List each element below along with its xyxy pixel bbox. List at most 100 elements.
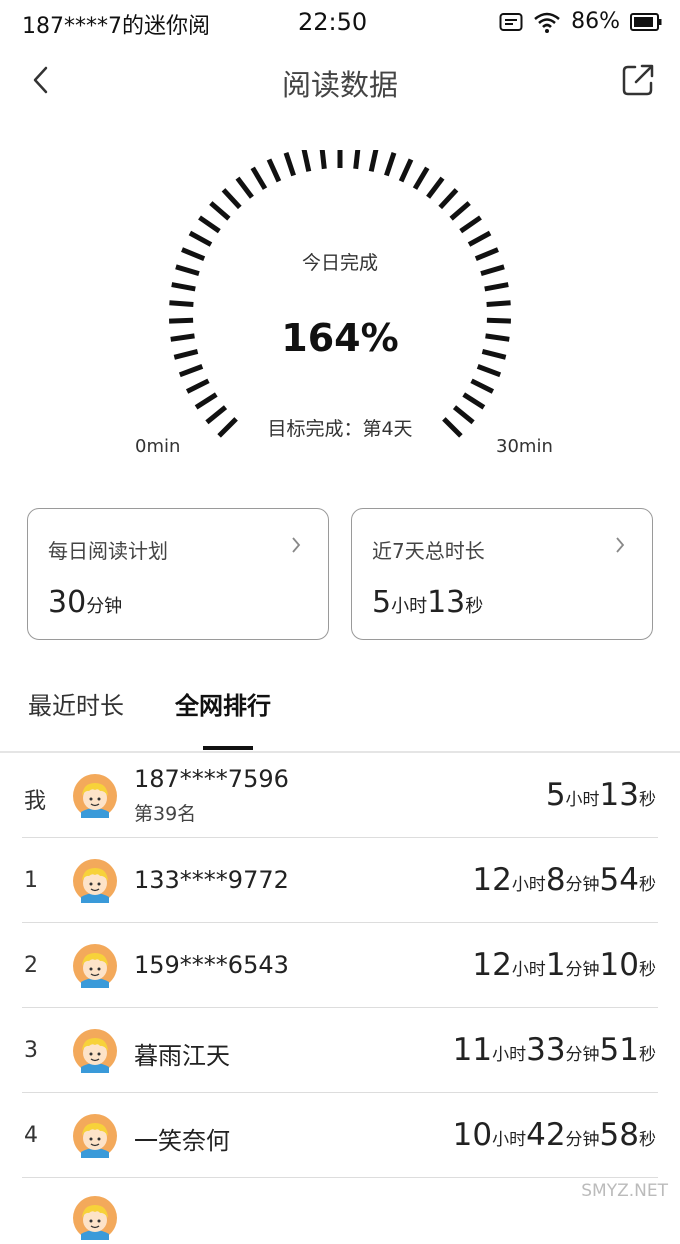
duration-unit: 小时 bbox=[492, 1045, 527, 1065]
watermark: SMYZ.NET bbox=[581, 1181, 668, 1201]
status-bar: 187****7的迷你阅 22:50 86% bbox=[0, 0, 680, 46]
nav-bar: 阅读数据 bbox=[0, 52, 680, 108]
duration-number: 10 bbox=[452, 1117, 493, 1153]
ranking-row[interactable]: 4 一笑奈何 10小时42分钟58秒 bbox=[0, 1093, 680, 1178]
duration-unit: 秒 bbox=[639, 960, 656, 980]
battery-percent: 86% bbox=[571, 9, 620, 34]
page-title: 阅读数据 bbox=[281, 68, 398, 102]
rank-number: 2 bbox=[24, 953, 38, 978]
chevron-right-icon bbox=[616, 537, 625, 553]
seconds-unit: 秒 bbox=[465, 596, 484, 617]
avatar bbox=[73, 1114, 117, 1158]
gauge-tick bbox=[449, 201, 471, 221]
gauge-target: 目标完成：第4天 bbox=[267, 418, 413, 440]
rank-number: 4 bbox=[24, 1123, 38, 1148]
duration-unit: 秒 bbox=[639, 790, 656, 810]
my-ranking-row[interactable]: 我 187****7596 第39名 5小时13秒 bbox=[0, 753, 680, 838]
my-rank-position: 第39名 bbox=[134, 803, 197, 825]
status-icons: 86% bbox=[499, 9, 662, 34]
duration-unit: 秒 bbox=[639, 1130, 656, 1150]
share-icon[interactable] bbox=[620, 62, 656, 98]
duration-number: 42 bbox=[526, 1117, 566, 1153]
card-value: 30分钟 bbox=[48, 585, 122, 620]
duration-number: 33 bbox=[526, 1032, 566, 1068]
wifi-icon bbox=[534, 12, 560, 33]
gauge-tick bbox=[476, 364, 502, 378]
gauge-tick bbox=[301, 150, 312, 172]
reading-duration: 11小时33分钟51秒 bbox=[453, 1032, 656, 1068]
duration-number: 58 bbox=[599, 1117, 639, 1153]
avatar bbox=[73, 1196, 117, 1240]
duration-number: 1 bbox=[545, 947, 566, 983]
card-value: 5小时13秒 bbox=[372, 585, 483, 620]
duration-unit: 小时 bbox=[511, 960, 546, 980]
tab-recent[interactable]: 最近时长 bbox=[28, 686, 124, 721]
ranking-row[interactable]: 1 133****9772 12小时8分钟54秒 bbox=[0, 838, 680, 923]
gauge-max-label: 30min bbox=[496, 436, 553, 457]
gauge-tick bbox=[283, 152, 296, 177]
week-hours: 5 bbox=[372, 585, 392, 620]
rank-number: 1 bbox=[24, 868, 38, 893]
gauge-tick bbox=[398, 158, 414, 183]
week-total-card[interactable]: 近7天总时长 5小时13秒 bbox=[351, 508, 653, 640]
week-seconds: 13 bbox=[427, 585, 466, 620]
avatar bbox=[73, 944, 117, 988]
rank-number: 3 bbox=[24, 1038, 38, 1063]
card-title: 近7天总时长 bbox=[372, 539, 485, 563]
gauge-tick bbox=[459, 215, 482, 234]
hours-unit: 小时 bbox=[391, 596, 428, 617]
gauge-tick bbox=[412, 166, 430, 190]
gauge-tick bbox=[462, 392, 486, 410]
user-name: 暮雨江天 bbox=[134, 1042, 230, 1070]
gauge-tick bbox=[198, 215, 221, 234]
avatar bbox=[73, 1029, 117, 1073]
gauge-value: 164% bbox=[281, 316, 399, 360]
reading-duration: 12小时1分钟10秒 bbox=[472, 947, 656, 983]
duration-number: 10 bbox=[599, 947, 639, 983]
gauge-tick bbox=[185, 378, 210, 394]
user-name: 159****6543 bbox=[134, 951, 289, 979]
duration-number: 11 bbox=[452, 1032, 493, 1068]
gauge-tick bbox=[169, 300, 194, 307]
avatar bbox=[73, 774, 117, 818]
duration-number: 12 bbox=[472, 862, 512, 898]
reading-duration: 5小时13秒 bbox=[546, 777, 656, 813]
gauge-tick bbox=[353, 150, 361, 170]
gauge-tick bbox=[171, 282, 196, 292]
user-name: 133****9772 bbox=[134, 866, 289, 894]
gauge-tick bbox=[178, 364, 204, 378]
ranking-row[interactable]: 2 159****6543 12小时1分钟10秒 bbox=[0, 923, 680, 1008]
reading-duration: 12小时8分钟54秒 bbox=[472, 862, 656, 898]
reading-duration: 10小时42分钟58秒 bbox=[453, 1117, 656, 1153]
duration-number: 8 bbox=[545, 862, 566, 898]
plan-unit: 分钟 bbox=[86, 596, 123, 617]
gauge-tick bbox=[209, 201, 231, 221]
gauge-tick bbox=[470, 378, 495, 394]
card-title: 每日阅读计划 bbox=[48, 539, 168, 563]
notification-icon bbox=[499, 12, 523, 31]
gauge-tick bbox=[438, 188, 459, 210]
ranking-row[interactable]: 3 暮雨江天 11小时33分钟51秒 bbox=[0, 1008, 680, 1093]
user-name: 一笑奈何 bbox=[134, 1127, 230, 1155]
daily-plan-card[interactable]: 每日阅读计划 30分钟 bbox=[27, 508, 329, 640]
gauge-tick bbox=[250, 166, 268, 190]
gauge-tick bbox=[319, 150, 327, 170]
duration-unit: 分钟 bbox=[565, 1130, 600, 1150]
gauge-tick bbox=[235, 176, 254, 199]
gauge-tick bbox=[194, 392, 218, 410]
gauge-tick bbox=[266, 158, 282, 183]
battery-icon bbox=[630, 12, 662, 31]
duration-number: 51 bbox=[599, 1032, 639, 1068]
gauge-min-label: 0min bbox=[135, 436, 181, 457]
plan-minutes: 30 bbox=[48, 585, 87, 620]
avatar bbox=[73, 859, 117, 903]
gauge-tick bbox=[426, 176, 445, 199]
gauge-title: 今日完成 bbox=[301, 252, 378, 274]
duration-number: 54 bbox=[599, 862, 639, 898]
duration-unit: 小时 bbox=[492, 1130, 527, 1150]
duration-number: 12 bbox=[472, 947, 512, 983]
carrier-label: 187****7的迷你阅 bbox=[22, 14, 210, 39]
tab-ranking[interactable]: 全网排行 bbox=[175, 686, 271, 721]
chevron-right-icon bbox=[292, 537, 301, 553]
duration-unit: 小时 bbox=[511, 875, 546, 895]
